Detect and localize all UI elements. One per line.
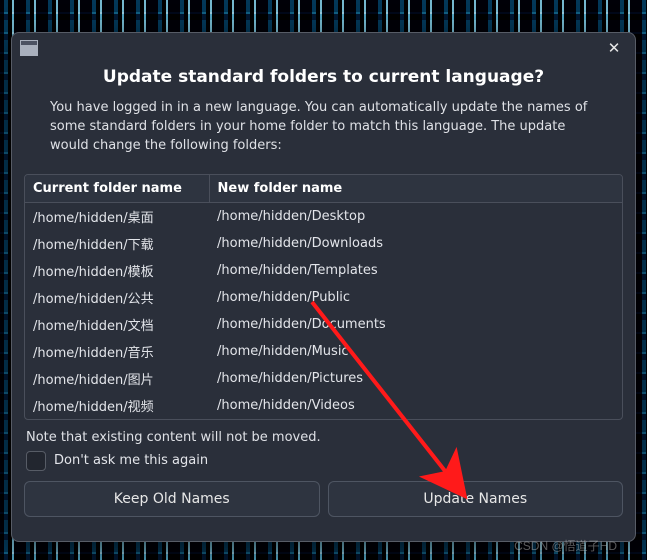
dont-ask-row[interactable]: Don't ask me this again xyxy=(26,451,635,471)
dialog-content: Update standard folders to current langu… xyxy=(12,63,635,174)
close-icon: ✕ xyxy=(608,39,621,57)
cell-current-name: /home/hidden/图片 xyxy=(25,365,209,392)
dialog-description: You have logged in in a new language. Yo… xyxy=(40,99,607,156)
window-icon xyxy=(20,40,38,56)
keep-old-names-button[interactable]: Keep Old Names xyxy=(24,481,320,517)
table-row[interactable]: /home/hidden/视频/home/hidden/Videos xyxy=(25,392,622,419)
cell-current-name: /home/hidden/模板 xyxy=(25,257,209,284)
table-row[interactable]: /home/hidden/下载/home/hidden/Downloads xyxy=(25,230,622,257)
watermark: CSDN @悟道子HD xyxy=(514,537,617,554)
dont-ask-checkbox[interactable] xyxy=(26,451,46,471)
note-text: Note that existing content will not be m… xyxy=(26,430,635,445)
header-current-name[interactable]: Current folder name xyxy=(25,175,209,203)
table-row[interactable]: /home/hidden/图片/home/hidden/Pictures xyxy=(25,365,622,392)
folder-table: Current folder name New folder name /hom… xyxy=(25,175,622,419)
cell-new-name: /home/hidden/Templates xyxy=(209,257,622,284)
folder-table-container: Current folder name New folder name /hom… xyxy=(24,174,623,420)
titlebar[interactable]: ✕ xyxy=(12,33,635,63)
cell-current-name: /home/hidden/文档 xyxy=(25,311,209,338)
xdg-user-dirs-dialog: ✕ Update standard folders to current lan… xyxy=(11,32,636,542)
cell-new-name: /home/hidden/Pictures xyxy=(209,365,622,392)
cell-new-name: /home/hidden/Public xyxy=(209,284,622,311)
cell-new-name: /home/hidden/Downloads xyxy=(209,230,622,257)
button-bar: Keep Old Names Update Names xyxy=(24,481,623,517)
cell-new-name: /home/hidden/Desktop xyxy=(209,202,622,230)
cell-new-name: /home/hidden/Videos xyxy=(209,392,622,419)
cell-new-name: /home/hidden/Music xyxy=(209,338,622,365)
cell-current-name: /home/hidden/视频 xyxy=(25,392,209,419)
dialog-title: Update standard folders to current langu… xyxy=(40,67,607,87)
table-row[interactable]: /home/hidden/桌面/home/hidden/Desktop xyxy=(25,202,622,230)
dont-ask-label: Don't ask me this again xyxy=(54,453,208,468)
update-names-button[interactable]: Update Names xyxy=(328,481,624,517)
table-header-row: Current folder name New folder name xyxy=(25,175,622,203)
header-new-name[interactable]: New folder name xyxy=(209,175,622,203)
cell-current-name: /home/hidden/下载 xyxy=(25,230,209,257)
cell-current-name: /home/hidden/公共 xyxy=(25,284,209,311)
table-row[interactable]: /home/hidden/模板/home/hidden/Templates xyxy=(25,257,622,284)
table-row[interactable]: /home/hidden/公共/home/hidden/Public xyxy=(25,284,622,311)
cell-new-name: /home/hidden/Documents xyxy=(209,311,622,338)
table-row[interactable]: /home/hidden/音乐/home/hidden/Music xyxy=(25,338,622,365)
table-row[interactable]: /home/hidden/文档/home/hidden/Documents xyxy=(25,311,622,338)
close-button[interactable]: ✕ xyxy=(603,37,625,59)
cell-current-name: /home/hidden/音乐 xyxy=(25,338,209,365)
cell-current-name: /home/hidden/桌面 xyxy=(25,202,209,230)
